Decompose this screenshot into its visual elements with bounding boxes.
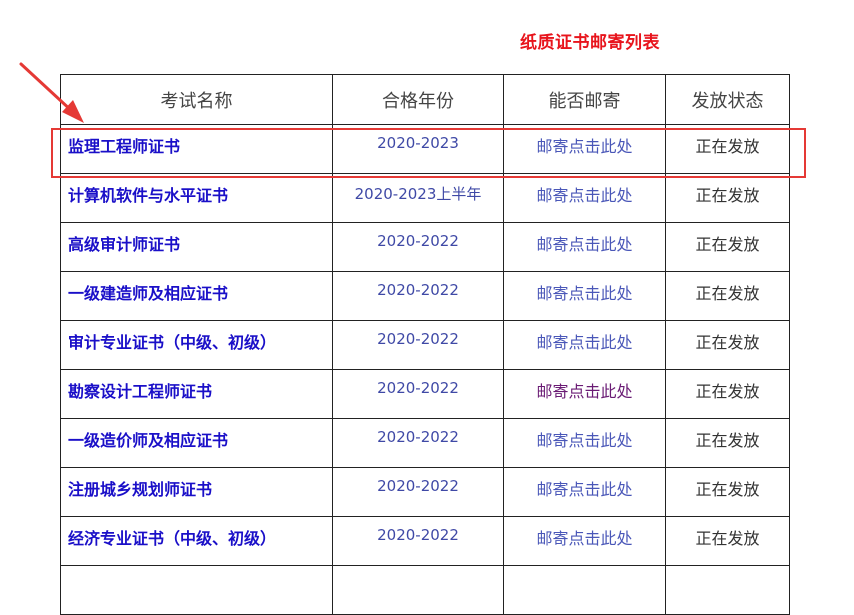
table-row: 审计专业证书（中级、初级） 2020-2022 邮寄点击此处 正在发放: [60, 320, 790, 370]
certificate-table: 考试名称 合格年份 能否邮寄 发放状态 监理工程师证书 2020-2023 邮寄点击…: [60, 74, 790, 615]
exam-name-cell: 监理工程师证书: [60, 124, 333, 174]
pass-year-cell: 2020-2023: [332, 124, 504, 174]
issue-status-cell: [665, 565, 790, 615]
mail-link[interactable]: 邮寄点击此处: [503, 124, 666, 174]
header-issue-status: 发放状态: [665, 74, 790, 125]
table-row: 监理工程师证书 2020-2023 邮寄点击此处 正在发放: [60, 124, 790, 174]
mail-link[interactable]: 邮寄点击此处: [503, 418, 666, 468]
exam-name-cell: 经济专业证书（中级、初级）: [60, 516, 333, 566]
pass-year-cell: 2020-2022: [332, 271, 504, 321]
issue-status-cell: 正在发放: [665, 173, 790, 223]
table-header-row: 考试名称 合格年份 能否邮寄 发放状态: [60, 74, 790, 125]
issue-status-cell: 正在发放: [665, 222, 790, 272]
table-row: 经济专业证书（中级、初级） 2020-2022 邮寄点击此处 正在发放: [60, 516, 790, 566]
exam-name-cell: 一级造价师及相应证书: [60, 418, 333, 468]
table-row: 注册城乡规划师证书 2020-2022 邮寄点击此处 正在发放: [60, 467, 790, 517]
table-body: 监理工程师证书 2020-2023 邮寄点击此处 正在发放 计算机软件与水平证书 2020…: [60, 124, 790, 615]
pass-year-cell: 2020-2023上半年: [332, 173, 504, 223]
issue-status-cell: 正在发放: [665, 320, 790, 370]
mail-link[interactable]: 邮寄点击此处: [503, 467, 666, 517]
issue-status-cell: 正在发放: [665, 369, 790, 419]
issue-status-cell: 正在发放: [665, 418, 790, 468]
page-title: 纸质证书邮寄列表: [520, 33, 660, 53]
header-exam-name: 考试名称: [60, 74, 333, 125]
mail-link[interactable]: 邮寄点击此处: [503, 516, 666, 566]
pass-year-cell: 2020-2022: [332, 369, 504, 419]
exam-name-cell: [60, 565, 333, 615]
table-row: 一级造价师及相应证书 2020-2022 邮寄点击此处 正在发放: [60, 418, 790, 468]
exam-name-cell: 高级审计师证书: [60, 222, 333, 272]
mail-link[interactable]: 邮寄点击此处: [503, 320, 666, 370]
table-row: 计算机软件与水平证书 2020-2023上半年 邮寄点击此处 正在发放: [60, 173, 790, 223]
exam-name-cell: 一级建造师及相应证书: [60, 271, 333, 321]
exam-name-cell: 计算机软件与水平证书: [60, 173, 333, 223]
pass-year-cell: 2020-2022: [332, 222, 504, 272]
issue-status-cell: 正在发放: [665, 467, 790, 517]
table-row: 高级审计师证书 2020-2022 邮寄点击此处 正在发放: [60, 222, 790, 272]
issue-status-cell: 正在发放: [665, 124, 790, 174]
table-row: [60, 565, 790, 615]
table-row: 勘察设计工程师证书 2020-2022 邮寄点击此处 正在发放: [60, 369, 790, 419]
mail-link[interactable]: 邮寄点击此处: [503, 222, 666, 272]
exam-name-cell: 勘察设计工程师证书: [60, 369, 333, 419]
table-row: 一级建造师及相应证书 2020-2022 邮寄点击此处 正在发放: [60, 271, 790, 321]
pass-year-cell: 2020-2022: [332, 418, 504, 468]
header-pass-year: 合格年份: [332, 74, 504, 125]
pass-year-cell: 2020-2022: [332, 516, 504, 566]
exam-name-cell: 审计专业证书（中级、初级）: [60, 320, 333, 370]
mail-link[interactable]: 邮寄点击此处: [503, 369, 666, 419]
pass-year-cell: [332, 565, 504, 615]
issue-status-cell: 正在发放: [665, 516, 790, 566]
header-mail-available: 能否邮寄: [503, 74, 666, 125]
issue-status-cell: 正在发放: [665, 271, 790, 321]
mail-link: [503, 565, 666, 615]
pass-year-cell: 2020-2022: [332, 320, 504, 370]
pass-year-cell: 2020-2022: [332, 467, 504, 517]
mail-link[interactable]: 邮寄点击此处: [503, 271, 666, 321]
mail-link[interactable]: 邮寄点击此处: [503, 173, 666, 223]
exam-name-cell: 注册城乡规划师证书: [60, 467, 333, 517]
